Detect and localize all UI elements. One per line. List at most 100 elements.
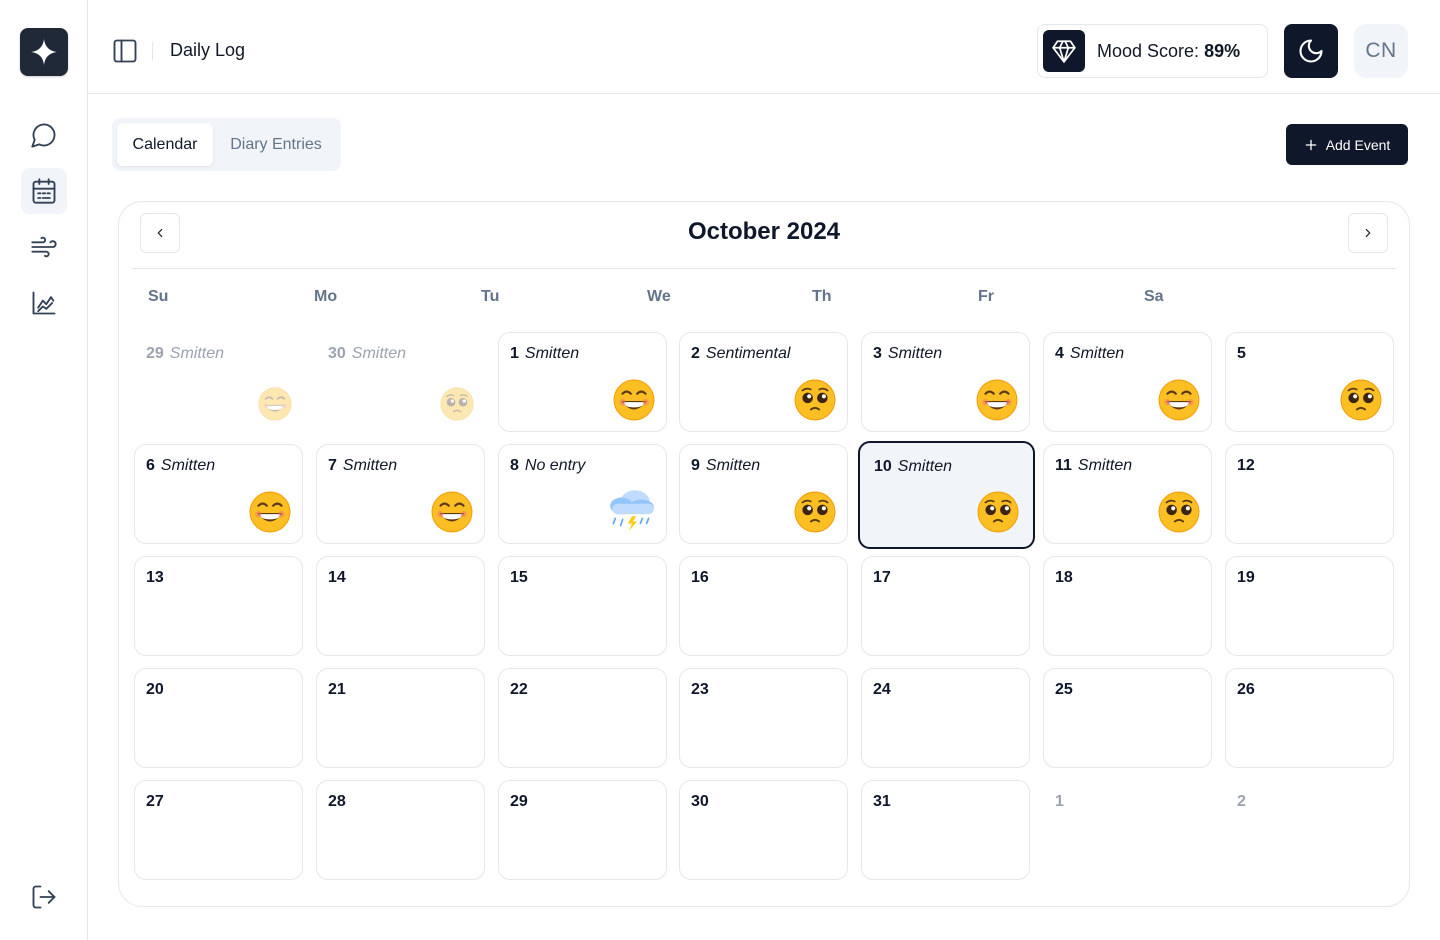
add-event-button[interactable]: Add Event	[1286, 124, 1408, 165]
sidebar-item-calendar[interactable]	[21, 168, 67, 214]
calendar-day-header: 2 Sentimental	[691, 345, 790, 363]
calendar-day[interactable]: 16	[679, 556, 848, 656]
sidebar-item-chat[interactable]	[21, 112, 67, 158]
calendar-day-number: 3	[873, 345, 882, 362]
theme-toggle-button[interactable]	[1284, 24, 1338, 78]
calendar-day[interactable]: 19	[1225, 556, 1394, 656]
calendar-day-header: 22	[510, 681, 528, 699]
calendar-day[interactable]: 13	[134, 556, 303, 656]
calendar-divider	[131, 268, 1397, 269]
calendar-day[interactable]: 4 Smitten	[1043, 332, 1212, 432]
calendar-day-mood: Smitten	[1077, 457, 1133, 474]
moon-icon	[1299, 39, 1323, 63]
avatar[interactable]: CN	[1354, 24, 1408, 78]
calendar-day[interactable]: 12	[1225, 444, 1394, 544]
calendar-day-header: 29 Smitten	[146, 345, 224, 363]
calendar-day: 29 Smitten	[134, 332, 303, 432]
calendar-day-number: 1	[1055, 793, 1064, 810]
calendar-day-header: 4 Smitten	[1055, 345, 1124, 363]
calendar-day-header: 12	[1237, 457, 1255, 475]
calendar-day[interactable]: 14	[316, 556, 485, 656]
calendar-day-number: 27	[146, 793, 164, 810]
calendar-day[interactable]: 3 Smitten	[861, 332, 1030, 432]
calendar-day-mood: Smitten	[524, 345, 580, 362]
calendar-day[interactable]: 23	[679, 668, 848, 768]
grinning-face-icon	[258, 387, 292, 421]
calendar-day[interactable]: 24	[861, 668, 1030, 768]
sparkle-icon	[31, 39, 57, 65]
grinning-face-icon	[431, 491, 473, 533]
calendar-day-header: 9 Smitten	[691, 457, 760, 475]
calendar-day: 2	[1225, 780, 1394, 880]
calendar-day[interactable]: 8 No entry	[498, 444, 667, 544]
logout-button[interactable]	[21, 874, 67, 920]
calendar-day-header: 30	[691, 793, 709, 811]
calendar-day[interactable]: 11 Smitten	[1043, 444, 1212, 544]
calendar-day[interactable]: 15	[498, 556, 667, 656]
app-logo[interactable]	[20, 28, 68, 76]
weekday-label: Fr	[978, 288, 994, 305]
calendar-day-mood: Smitten	[897, 458, 953, 475]
calendar-day[interactable]: 2 Sentimental	[679, 332, 848, 432]
grinning-face-icon	[249, 491, 291, 533]
calendar-day-header: 2	[1237, 793, 1246, 811]
calendar-day[interactable]: 6 Smitten	[134, 444, 303, 544]
weekday-label: Sa	[1144, 288, 1164, 305]
calendar-day[interactable]: 7 Smitten	[316, 444, 485, 544]
weekday-label: Tu	[481, 288, 500, 305]
calendar-day-header: 10 Smitten	[874, 458, 952, 476]
weekday-label: Mo	[314, 288, 338, 305]
calendar-day-number: 26	[1237, 681, 1255, 698]
storm-cloud-icon	[606, 485, 658, 533]
sidebar-item-stats[interactable]	[21, 280, 67, 326]
calendar-day-header: 16	[691, 569, 709, 587]
calendar-day[interactable]: 31	[861, 780, 1030, 880]
calendar-day-number: 31	[873, 793, 891, 810]
calendar-day-header: 5	[1237, 345, 1246, 363]
calendar-day-selected[interactable]: 10 Smitten	[858, 441, 1035, 549]
calendar-day-header: 25	[1055, 681, 1073, 699]
calendar-day-header: 1	[1055, 793, 1064, 811]
calendar-day[interactable]: 30	[679, 780, 848, 880]
gem-icon	[1043, 30, 1085, 72]
calendar-day-number: 20	[146, 681, 164, 698]
calendar-day-mood: Smitten	[342, 457, 398, 474]
calendar-day[interactable]: 21	[316, 668, 485, 768]
add-event-label: Add Event	[1325, 136, 1391, 153]
calendar-day[interactable]: 1 Smitten	[498, 332, 667, 432]
calendar-day-header: 3 Smitten	[873, 345, 942, 363]
sidebar-item-breathing[interactable]	[21, 224, 67, 270]
tab-calendar[interactable]: Calendar	[117, 123, 213, 166]
calendar-day[interactable]: 18	[1043, 556, 1212, 656]
calendar-day[interactable]: 9 Smitten	[679, 444, 848, 544]
weekday-label: We	[647, 288, 671, 305]
calendar-day-header: 1 Smitten	[510, 345, 579, 363]
calendar-day[interactable]: 29	[498, 780, 667, 880]
calendar-day-number: 8	[510, 457, 519, 474]
calendar-day[interactable]: 17	[861, 556, 1030, 656]
calendar-day[interactable]: 20	[134, 668, 303, 768]
calendar-day[interactable]: 27	[134, 780, 303, 880]
calendar-day-number: 23	[691, 681, 709, 698]
calendar-day-header: 18	[1055, 569, 1073, 587]
calendar-day-number: 4	[1055, 345, 1064, 362]
calendar-day-header: 28	[328, 793, 346, 811]
sidebar-toggle-button[interactable]	[110, 36, 140, 66]
calendar-day[interactable]: 5	[1225, 332, 1394, 432]
next-month-button[interactable]	[1348, 213, 1388, 253]
calendar-day[interactable]: 26	[1225, 668, 1394, 768]
logout-icon	[32, 885, 56, 909]
calendar-day-number: 13	[146, 569, 164, 586]
tab-diary-entries[interactable]: Diary Entries	[217, 123, 335, 166]
calendar-day-number: 11	[1055, 457, 1072, 474]
calendar-day-number: 5	[1237, 345, 1246, 362]
calendar-day-header: 15	[510, 569, 528, 587]
calendar-day[interactable]: 25	[1043, 668, 1212, 768]
view-tabs: Calendar Diary Entries	[112, 118, 341, 171]
calendar-day-header: 31	[873, 793, 891, 811]
weekday-label: Th	[812, 288, 832, 305]
calendar-day[interactable]: 28	[316, 780, 485, 880]
calendar-day-number: 29	[146, 345, 164, 362]
calendar-day-number: 15	[510, 569, 528, 586]
calendar-day[interactable]: 22	[498, 668, 667, 768]
